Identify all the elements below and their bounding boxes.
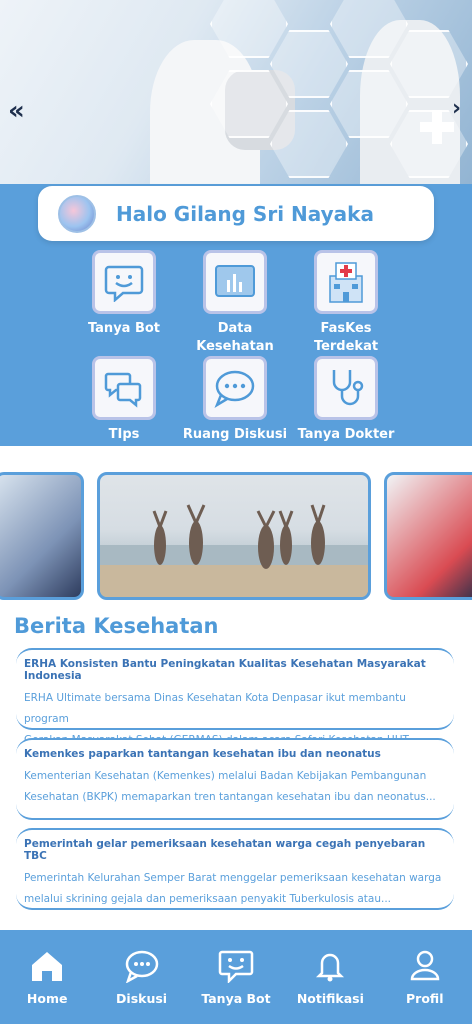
- home-icon: [32, 951, 63, 981]
- chat-bubbles-icon: [92, 356, 156, 420]
- news-card[interactable]: Kemenkes paparkan tantangan kesehatan ib…: [16, 738, 454, 820]
- medical-cross-icon: [420, 110, 454, 144]
- chat-icon: [125, 950, 158, 984]
- bot-icon: [218, 950, 254, 984]
- stethoscope-icon: [314, 356, 378, 420]
- news-body: Kementerian Kesehatan (Kemenkes) melalui…: [24, 770, 436, 803]
- menu-faskes-terdekat[interactable]: FasKes Terdekat: [296, 250, 396, 356]
- chat-bot-icon: [92, 250, 156, 314]
- bottom-nav: Home Diskusi Tanya Bot Notifikasi Profil: [0, 930, 472, 1024]
- menu-tips-kesehatan[interactable]: TIps Kesehatan: [74, 356, 174, 462]
- banner-left[interactable]: [0, 472, 84, 600]
- hero-banner: [0, 0, 472, 212]
- user-icon: [410, 950, 440, 980]
- nav-home[interactable]: Home: [2, 949, 92, 1006]
- nav-notifikasi[interactable]: Notifikasi: [285, 949, 375, 1006]
- menu-tanya-bot[interactable]: Tanya Bot: [74, 250, 174, 338]
- news-card[interactable]: Pemerintah gelar pemeriksaan kesehatan w…: [16, 828, 454, 910]
- prev-arrow-icon[interactable]: «: [8, 96, 25, 126]
- nav-profil[interactable]: Profil: [380, 949, 470, 1006]
- news-section-title: Berita Kesehatan: [14, 614, 219, 638]
- bell-icon: [316, 953, 345, 981]
- avatar[interactable]: [58, 194, 96, 233]
- hospital-icon: [314, 250, 378, 314]
- nav-tanya-bot[interactable]: Tanya Bot: [191, 949, 281, 1006]
- news-title[interactable]: Kemenkes paparkan tantangan kesehatan ib…: [24, 748, 446, 760]
- nav-diskusi[interactable]: Diskusi: [97, 949, 187, 1006]
- greeting-card: Halo Gilang Sri Nayaka: [38, 186, 434, 241]
- news-title[interactable]: ERHA Konsisten Bantu Peningkatan Kualita…: [24, 658, 446, 682]
- menu-tanya-dokter[interactable]: Tanya Dokter: [296, 356, 396, 444]
- banner-yoga[interactable]: [97, 472, 371, 600]
- news-title[interactable]: Pemerintah gelar pemeriksaan kesehatan w…: [24, 838, 446, 862]
- menu-ruang-diskusi[interactable]: Ruang Diskusi: [180, 356, 290, 444]
- bar-chart-icon: [203, 250, 267, 314]
- news-body: Pemerintah Kelurahan Semper Barat mengge…: [24, 872, 442, 905]
- greeting-text: Halo Gilang Sri Nayaka: [116, 201, 374, 226]
- discussion-icon: [203, 356, 267, 420]
- news-card[interactable]: ERHA Konsisten Bantu Peningkatan Kualita…: [16, 648, 454, 746]
- banner-right[interactable]: [384, 472, 472, 600]
- next-arrow-icon[interactable]: ›: [452, 96, 461, 121]
